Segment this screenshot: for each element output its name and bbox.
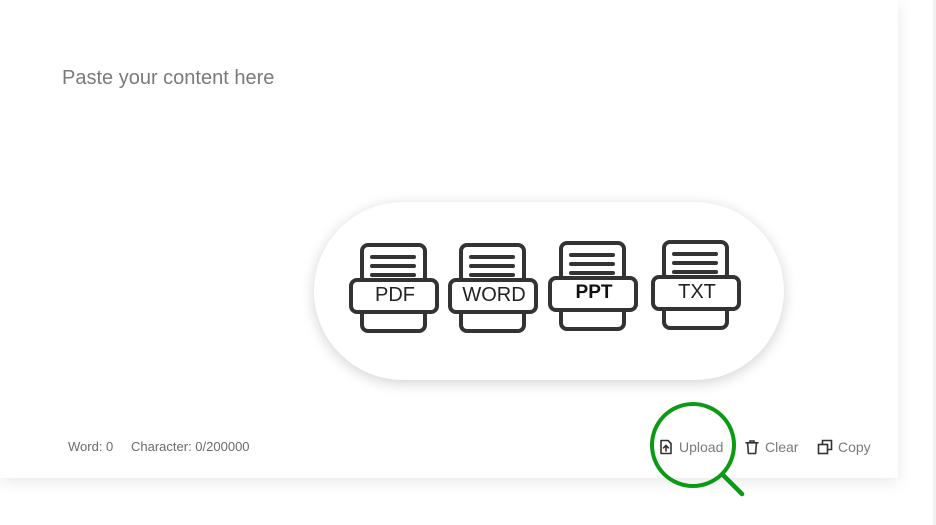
- format-label: TXT: [678, 281, 716, 303]
- upload-label: Upload: [679, 439, 724, 455]
- trash-icon: [745, 440, 759, 455]
- format-ppt: PPT: [547, 240, 641, 336]
- upload-button[interactable]: Upload: [658, 437, 723, 457]
- page: PDF WORD: [0, 0, 936, 525]
- format-label: WORD: [462, 284, 526, 306]
- copy-button[interactable]: Copy: [817, 437, 871, 457]
- format-word: WORD: [447, 242, 541, 338]
- content-card: PDF WORD: [0, 0, 898, 478]
- clear-button[interactable]: Clear: [744, 437, 798, 457]
- clear-label: Clear: [765, 439, 799, 455]
- format-label: PDF: [375, 284, 415, 306]
- copy-label: Copy: [838, 439, 871, 455]
- format-pdf: PDF: [348, 242, 442, 338]
- character-count: Character: 0/200000: [131, 439, 250, 454]
- word-count: Word: 0: [68, 439, 114, 454]
- upload-icon: [660, 439, 672, 455]
- supported-formats-panel: PDF WORD PPT TXT: [314, 202, 784, 380]
- format-label: PPT: [575, 282, 613, 303]
- copy-icon: [817, 439, 833, 455]
- format-txt: TXT: [650, 239, 744, 335]
